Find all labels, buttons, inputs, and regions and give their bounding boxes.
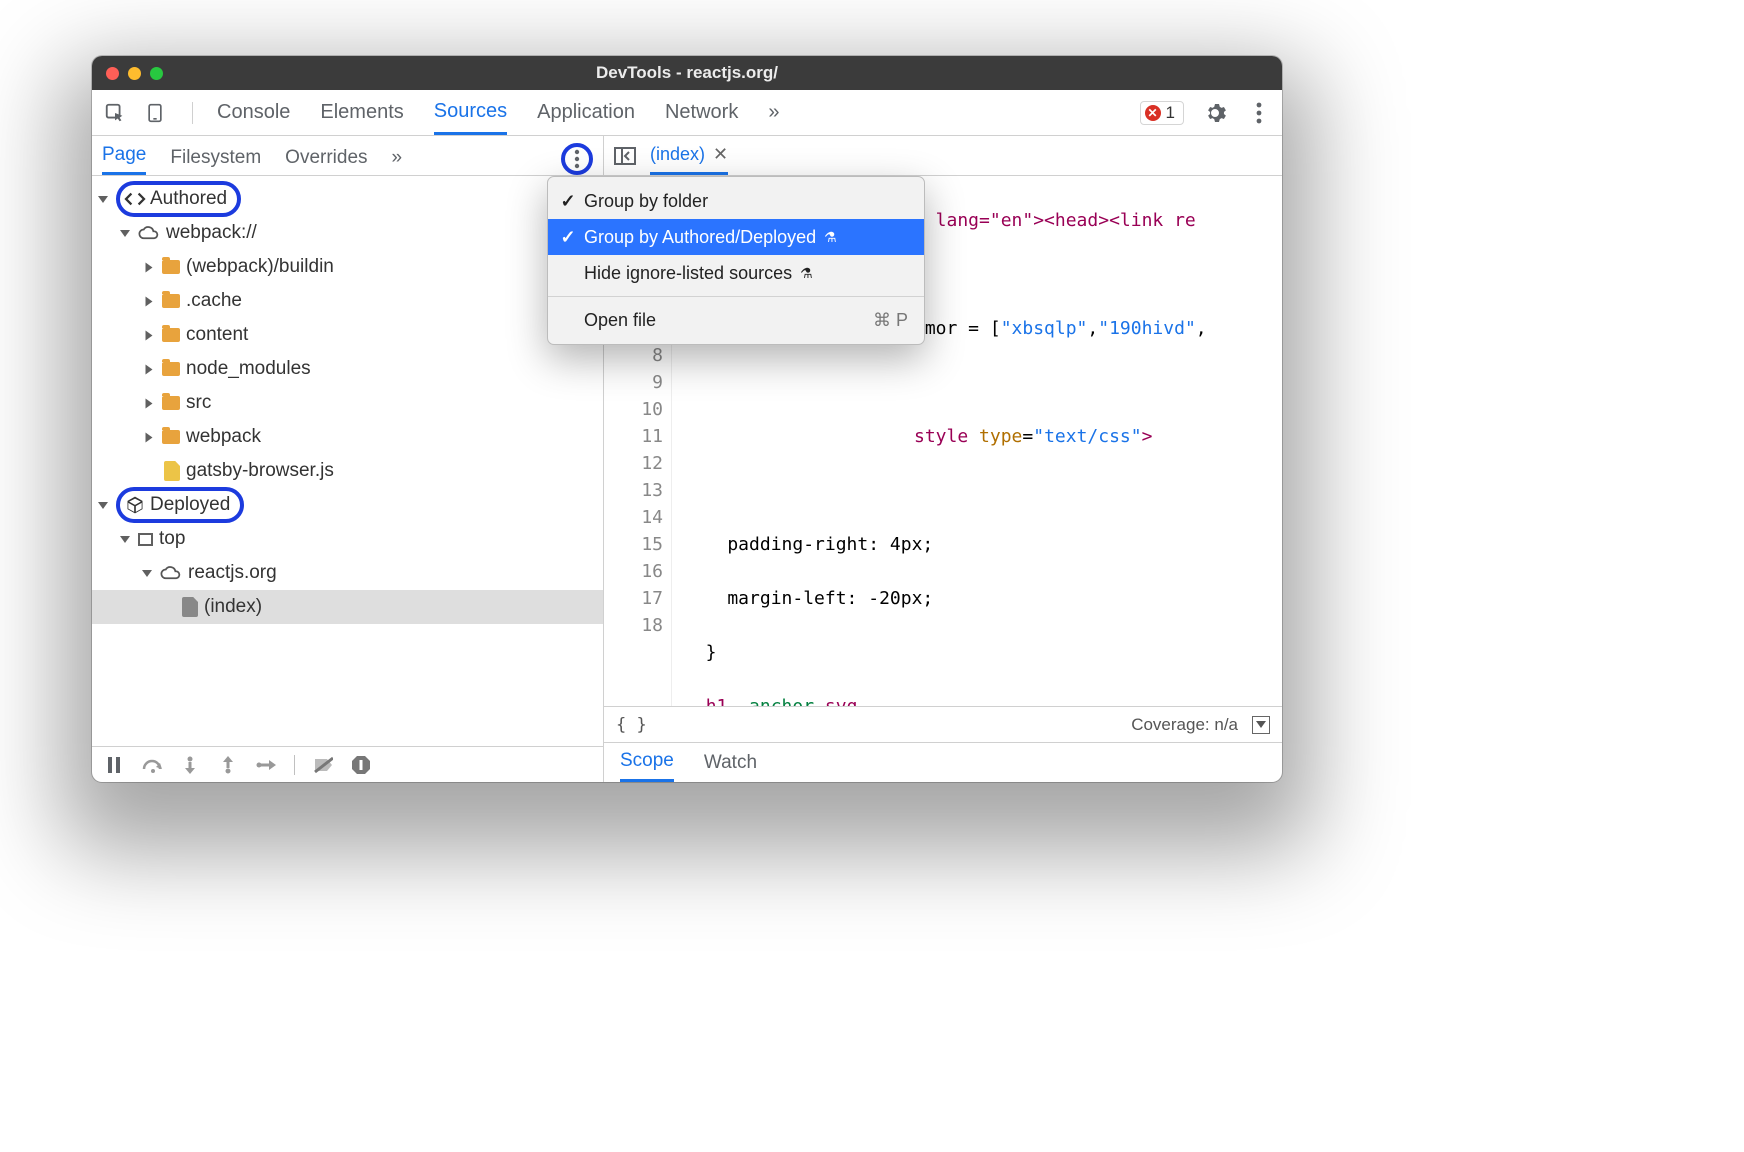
titlebar: DevTools - reactjs.org/ bbox=[92, 56, 1282, 90]
tree-webpack[interactable]: webpack:// bbox=[92, 216, 603, 250]
flask-icon: ⚗ bbox=[800, 265, 813, 282]
error-icon: ✕ bbox=[1145, 105, 1161, 121]
maximize-window-button[interactable] bbox=[150, 67, 163, 80]
nav-tabs-overflow[interactable]: » bbox=[392, 147, 403, 175]
step-over-icon[interactable] bbox=[142, 755, 162, 775]
folder-icon bbox=[162, 328, 180, 342]
deployed-label: Deployed bbox=[150, 494, 230, 516]
devtools-window: DevTools - reactjs.org/ Console Elements… bbox=[92, 56, 1282, 782]
debugger-toolbar bbox=[92, 746, 603, 782]
folder-icon bbox=[162, 396, 180, 410]
step-out-icon[interactable] bbox=[218, 755, 238, 775]
step-icon[interactable] bbox=[256, 755, 276, 775]
close-window-button[interactable] bbox=[106, 67, 119, 80]
tree-top[interactable]: top bbox=[92, 522, 603, 556]
tree-folder[interactable]: .cache bbox=[92, 284, 603, 318]
toggle-navigator-icon[interactable] bbox=[614, 147, 636, 165]
error-count-pill[interactable]: ✕ 1 bbox=[1140, 101, 1184, 125]
window-title: DevTools - reactjs.org/ bbox=[92, 63, 1282, 83]
navigator-options-menu: ✓Group by folder ✓Group by Authored/Depl… bbox=[547, 176, 925, 345]
tree-folder[interactable]: (webpack)/buildin bbox=[92, 250, 603, 284]
document-icon bbox=[182, 597, 198, 617]
collapse-icon[interactable] bbox=[1252, 716, 1270, 734]
nav-tab-overrides[interactable]: Overrides bbox=[285, 147, 367, 175]
menu-open-file[interactable]: Open file⌘ P bbox=[548, 302, 924, 338]
tab-scope[interactable]: Scope bbox=[620, 743, 674, 782]
tab-console[interactable]: Console bbox=[217, 90, 290, 135]
folder-icon bbox=[162, 260, 180, 274]
pretty-print-button[interactable]: { } bbox=[616, 715, 647, 735]
file-icon bbox=[164, 461, 180, 481]
tab-application[interactable]: Application bbox=[537, 90, 635, 135]
coverage-label: Coverage: n/a bbox=[1131, 715, 1238, 735]
navigator-more-button[interactable] bbox=[561, 143, 593, 175]
folder-icon bbox=[162, 362, 180, 376]
package-icon bbox=[124, 494, 146, 516]
frame-icon bbox=[138, 533, 153, 546]
kebab-menu-icon[interactable] bbox=[1246, 100, 1272, 126]
code-icon bbox=[124, 188, 146, 210]
file-tab-index[interactable]: (index) ✕ bbox=[650, 136, 728, 175]
tree-index-file[interactable]: (index) bbox=[92, 590, 603, 624]
inspect-icon[interactable] bbox=[102, 100, 128, 126]
deactivate-breakpoints-icon[interactable] bbox=[313, 755, 333, 775]
tree-folder[interactable]: webpack bbox=[92, 420, 603, 454]
tree-file-gatsby[interactable]: gatsby-browser.js bbox=[92, 454, 603, 488]
step-into-icon[interactable] bbox=[180, 755, 200, 775]
minimize-window-button[interactable] bbox=[128, 67, 141, 80]
tab-elements[interactable]: Elements bbox=[320, 90, 403, 135]
nav-tab-page[interactable]: Page bbox=[102, 144, 146, 175]
device-toolbar-icon[interactable] bbox=[142, 100, 168, 126]
settings-icon[interactable] bbox=[1202, 100, 1228, 126]
tab-sources[interactable]: Sources bbox=[434, 90, 507, 135]
folder-icon bbox=[162, 430, 180, 444]
error-count: 1 bbox=[1166, 103, 1175, 123]
traffic-lights bbox=[106, 67, 163, 80]
cloud-icon bbox=[160, 566, 182, 580]
debug-subtabs: Scope Watch bbox=[604, 742, 1282, 782]
menu-separator bbox=[548, 296, 924, 297]
tree-group-authored[interactable]: Authored bbox=[92, 182, 603, 216]
menu-group-by-folder[interactable]: ✓Group by folder bbox=[548, 183, 924, 219]
flask-icon: ⚗ bbox=[824, 229, 837, 246]
tree-group-deployed[interactable]: Deployed bbox=[92, 488, 603, 522]
authored-label: Authored bbox=[150, 188, 227, 210]
tree-folder[interactable]: node_modules bbox=[92, 352, 603, 386]
editor-footer: { } Coverage: n/a bbox=[604, 706, 1282, 742]
pause-exceptions-icon[interactable] bbox=[351, 755, 371, 775]
file-tree[interactable]: Authored webpack:// (webpack)/buildin .c… bbox=[92, 176, 603, 746]
tree-folder[interactable]: src bbox=[92, 386, 603, 420]
file-tabstrip: (index) ✕ bbox=[604, 136, 1282, 176]
tree-folder[interactable]: content bbox=[92, 318, 603, 352]
folder-icon bbox=[162, 294, 180, 308]
navigator-pane: Page Filesystem Overrides » Authored bbox=[92, 136, 604, 782]
close-tab-icon[interactable]: ✕ bbox=[713, 144, 728, 165]
divider bbox=[192, 102, 193, 124]
tab-network[interactable]: Network bbox=[665, 90, 738, 135]
menu-hide-ignore-listed[interactable]: Hide ignore-listed sources⚗ bbox=[548, 255, 924, 291]
tab-watch[interactable]: Watch bbox=[704, 752, 757, 774]
main-tabstrip: Console Elements Sources Application Net… bbox=[92, 90, 1282, 136]
cloud-icon bbox=[138, 226, 160, 240]
navigator-tabs: Page Filesystem Overrides » bbox=[92, 136, 603, 176]
tabs-overflow[interactable]: » bbox=[768, 90, 779, 135]
pause-icon[interactable] bbox=[104, 755, 124, 775]
menu-group-by-authored-deployed[interactable]: ✓Group by Authored/Deployed⚗ bbox=[548, 219, 924, 255]
tree-origin[interactable]: reactjs.org bbox=[92, 556, 603, 590]
nav-tab-filesystem[interactable]: Filesystem bbox=[170, 147, 261, 175]
